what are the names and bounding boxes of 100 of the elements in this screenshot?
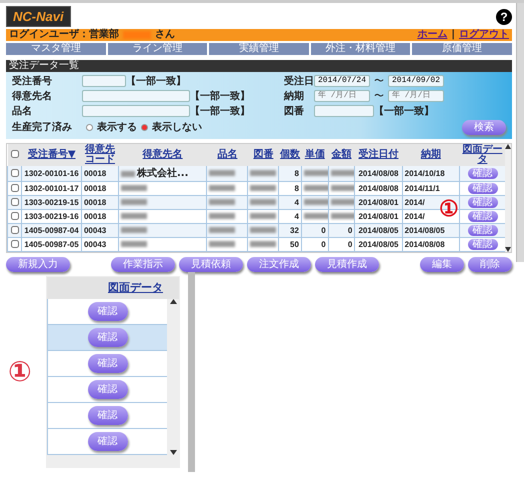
table-cell: 2014/10/18 bbox=[404, 168, 445, 178]
action-button[interactable]: 新規入力 bbox=[6, 257, 70, 272]
table-cell: 1302-00101-17 bbox=[24, 184, 79, 192]
checkbox[interactable] bbox=[10, 212, 19, 220]
action-button[interactable]: 見積作成 bbox=[315, 257, 379, 272]
table-cell: 0 bbox=[348, 226, 352, 234]
field-label: 納期 bbox=[284, 90, 305, 104]
user-label: ログインユーザ：営業部 bbox=[9, 29, 119, 41]
match-hint: 【一部一致】 bbox=[190, 90, 250, 104]
table-cell: 00043 bbox=[84, 226, 106, 234]
input-field[interactable] bbox=[82, 75, 126, 87]
checkbox[interactable] bbox=[10, 184, 19, 192]
input-field[interactable] bbox=[314, 105, 374, 117]
field-label: 図番 bbox=[284, 104, 305, 118]
match-hint: 【一部一致】 bbox=[374, 104, 434, 118]
confirm-button[interactable]: 確認 bbox=[468, 238, 498, 250]
nav-link[interactable]: ログアウト bbox=[459, 29, 509, 41]
scrollbar[interactable] bbox=[516, 3, 524, 262]
checkbox[interactable] bbox=[10, 240, 19, 248]
confirm-button[interactable]: 確認 bbox=[88, 432, 128, 452]
radio-button[interactable] bbox=[141, 124, 148, 130]
scroll-down-icon[interactable] bbox=[505, 247, 511, 252]
table-cell: 0 bbox=[321, 240, 326, 248]
table-cell: 4 bbox=[294, 212, 299, 220]
table-cell: 0 bbox=[321, 226, 326, 234]
field-label: 生産完了済み bbox=[12, 120, 73, 134]
table-cell: 8 bbox=[294, 184, 299, 192]
table-cell: 2014/08/08 bbox=[358, 184, 399, 192]
action-button[interactable]: 作業指示 bbox=[111, 257, 175, 272]
menu-tab[interactable]: ライン管理 bbox=[108, 43, 208, 55]
action-button[interactable]: 削除 bbox=[468, 257, 512, 272]
table-cell: 2014/08/08 bbox=[358, 168, 399, 178]
table-cell: 株式会社... bbox=[136, 168, 188, 179]
column-header[interactable]: 図面データ bbox=[47, 276, 179, 300]
table-row[interactable]: 確認 bbox=[47, 299, 167, 326]
confirm-button[interactable]: 確認 bbox=[88, 380, 128, 400]
table-row[interactable]: 確認 bbox=[47, 325, 167, 352]
table-cell: 2014/08/08 bbox=[404, 240, 445, 248]
table-cell: 50 bbox=[290, 240, 299, 248]
confirm-button[interactable]: 確認 bbox=[468, 196, 498, 208]
table-cell: 32 bbox=[290, 226, 299, 234]
help-icon[interactable]: ? bbox=[496, 8, 512, 24]
range-separator: 〜 bbox=[373, 90, 385, 104]
table-cell: 00043 bbox=[84, 240, 106, 248]
table-cell: 0 bbox=[348, 240, 352, 248]
match-hint: 【一部一致】 bbox=[126, 74, 186, 88]
date-field[interactable]: 2014/09/02 bbox=[388, 75, 444, 87]
field-label: 得意先名 bbox=[12, 90, 53, 104]
table-cell: 1302-00101-16 bbox=[24, 168, 79, 178]
redacted-name bbox=[123, 31, 151, 39]
search-button[interactable]: 検索 bbox=[462, 120, 506, 134]
field-label: 受注日 bbox=[284, 74, 314, 88]
table-cell: 2014/08/01 bbox=[358, 198, 399, 206]
menu-tab[interactable]: 実績管理 bbox=[209, 43, 309, 55]
confirm-button[interactable]: 確認 bbox=[88, 328, 128, 348]
match-hint: 【一部一致】 bbox=[190, 104, 250, 118]
table-cell: 2014/08/01 bbox=[358, 212, 399, 220]
table-row[interactable]: 確認 bbox=[47, 429, 167, 456]
table-row[interactable]: 確認 bbox=[47, 403, 167, 430]
checkbox[interactable] bbox=[10, 169, 19, 178]
panel-title: 受注データ一覧 bbox=[6, 60, 512, 72]
menu-tab[interactable]: 原価管理 bbox=[412, 43, 512, 55]
confirm-button[interactable]: 確認 bbox=[468, 224, 498, 236]
action-button[interactable]: 編集 bbox=[420, 257, 464, 272]
separator: | bbox=[451, 29, 455, 41]
confirm-button[interactable]: 確認 bbox=[88, 354, 128, 374]
field-label: 品名 bbox=[12, 104, 33, 118]
checkbox[interactable] bbox=[10, 226, 19, 234]
table-cell: 2014/ bbox=[404, 198, 425, 206]
input-field[interactable] bbox=[82, 105, 190, 117]
table-cell: 1405-00987-05 bbox=[24, 240, 79, 248]
menu-tab[interactable]: 外注・材料管理 bbox=[310, 43, 410, 55]
horizontal-scrollbar[interactable] bbox=[47, 455, 179, 468]
date-field[interactable]: 2014/07/24 bbox=[314, 75, 370, 87]
table-cell: 2014/ bbox=[404, 212, 425, 220]
scrollbar[interactable] bbox=[505, 144, 511, 252]
table-row[interactable]: 確認 bbox=[47, 377, 167, 404]
radio-button[interactable] bbox=[86, 124, 93, 130]
confirm-button[interactable]: 確認 bbox=[88, 302, 128, 322]
user-suffix: さん bbox=[155, 29, 175, 41]
action-button[interactable]: 注文作成 bbox=[247, 257, 311, 272]
menu-tab[interactable]: マスタ管理 bbox=[6, 43, 106, 55]
table-row[interactable]: 確認 bbox=[47, 351, 167, 378]
scrollbar[interactable] bbox=[188, 272, 195, 472]
action-button[interactable]: 見積依頼 bbox=[179, 257, 243, 272]
table-cell: 00018 bbox=[84, 212, 106, 220]
checkbox[interactable] bbox=[10, 150, 19, 158]
table-cell: 1303-00219-16 bbox=[24, 212, 79, 220]
input-field[interactable] bbox=[82, 90, 190, 102]
confirm-button[interactable]: 確認 bbox=[468, 182, 498, 194]
logo: NC-Navi bbox=[6, 6, 71, 27]
checkbox[interactable] bbox=[10, 198, 19, 206]
table-cell: 2014/08/05 bbox=[358, 226, 399, 234]
range-separator: 〜 bbox=[373, 74, 385, 88]
confirm-button[interactable]: 確認 bbox=[88, 406, 128, 426]
scrollbar[interactable] bbox=[167, 299, 179, 456]
scroll-up-icon[interactable] bbox=[505, 144, 511, 149]
nav-link[interactable]: ホーム bbox=[417, 29, 448, 41]
confirm-button[interactable]: 確認 bbox=[468, 168, 498, 178]
confirm-button[interactable]: 確認 bbox=[468, 210, 498, 222]
